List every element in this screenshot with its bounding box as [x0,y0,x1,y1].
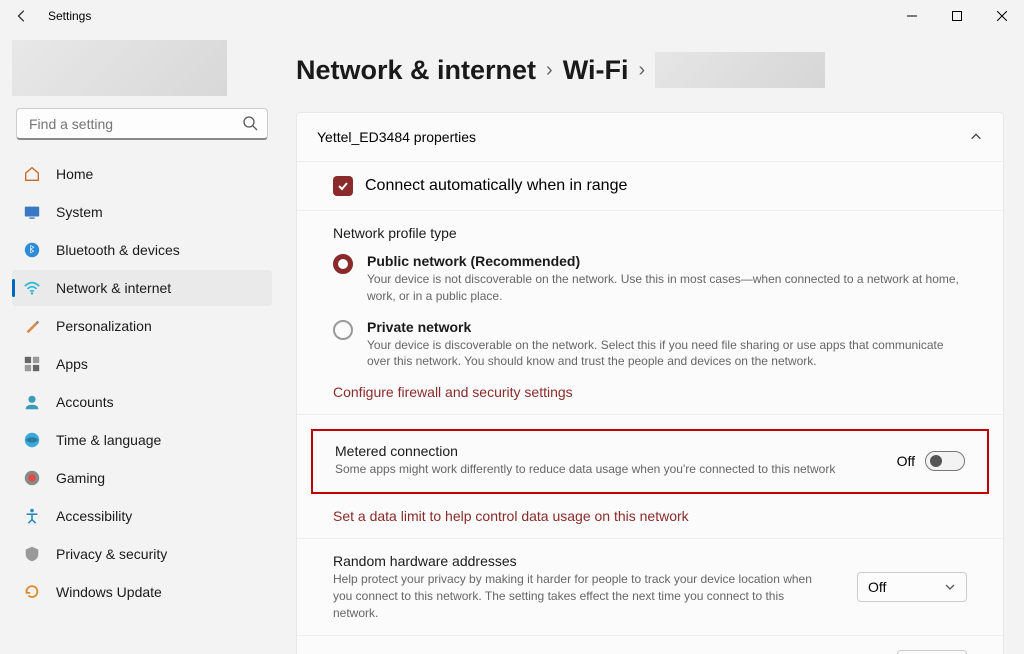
panel-header[interactable]: Yettel_ED3484 properties [297,113,1003,161]
bluetooth-icon [22,240,42,260]
random-hw-desc: Help protect your privacy by making it h… [333,571,813,621]
sidebar-item-privacy[interactable]: Privacy & security [12,536,272,572]
sidebar-item-label: Accounts [56,394,114,410]
properties-panel: Yettel_ED3484 properties Connect automat… [296,112,1004,654]
personalization-icon [22,316,42,336]
gaming-icon [22,468,42,488]
chevron-up-icon [969,130,983,144]
private-network-desc: Your device is discoverable on the netwo… [367,337,967,371]
metered-title: Metered connection [335,443,835,459]
metered-desc: Some apps might work differently to redu… [335,461,835,478]
data-limit-link[interactable]: Set a data limit to help control data us… [297,494,1003,534]
metered-value: Off [897,453,915,469]
minimize-button[interactable] [889,0,934,32]
connect-auto-checkbox[interactable] [333,176,353,196]
search-input[interactable] [16,108,268,140]
breadcrumb-current-placeholder [655,52,825,88]
back-button[interactable] [8,2,36,30]
accessibility-icon [22,506,42,526]
breadcrumb-wifi[interactable]: Wi-Fi [563,55,629,86]
firewall-link[interactable]: Configure firewall and security settings [333,384,967,400]
sidebar-item-system[interactable]: System [12,194,272,230]
titlebar: Settings [0,0,1024,32]
connect-auto-label: Connect automatically when in range [365,177,627,195]
random-hw-dropdown[interactable]: Off [857,572,967,602]
sidebar-item-update[interactable]: Windows Update [12,574,272,610]
panel-title: Yettel_ED3484 properties [317,129,476,145]
sidebar-item-label: System [56,204,103,220]
sidebar-item-gaming[interactable]: Gaming [12,460,272,496]
metered-toggle[interactable] [925,451,965,471]
random-hw-value: Off [868,579,886,595]
sidebar-item-accessibility[interactable]: Accessibility [12,498,272,534]
public-network-desc: Your device is not discoverable on the n… [367,271,967,305]
private-network-label: Private network [367,319,967,335]
profile-placeholder [12,40,227,96]
chevron-right-icon: › [638,59,645,82]
edit-button[interactable]: Edit [897,650,967,654]
maximize-button[interactable] [934,0,979,32]
random-hw-title: Random hardware addresses [333,553,813,569]
update-icon [22,582,42,602]
chevron-down-icon [944,581,956,593]
sidebar-item-label: Time & language [56,432,161,448]
sidebar-item-network[interactable]: Network & internet [12,270,272,306]
apps-icon [22,354,42,374]
breadcrumb: Network & internet › Wi-Fi › [296,52,1004,88]
time-icon [22,430,42,450]
sidebar-item-label: Windows Update [56,584,162,600]
sidebar-item-label: Bluetooth & devices [56,242,180,258]
random-hw-section: Random hardware addresses Help protect y… [297,538,1003,635]
sidebar-item-bluetooth[interactable]: Bluetooth & devices [12,232,272,268]
window-controls [889,0,1024,32]
public-network-radio[interactable] [333,254,353,274]
chevron-right-icon: › [546,59,553,82]
privacy-icon [22,544,42,564]
ip-assignment-row: IP assignment: Automatic (DHCP) Edit [297,635,1003,654]
sidebar-item-label: Personalization [56,318,152,334]
sidebar: Home System Bluetooth & devices Network … [0,32,280,654]
main-content: Network & internet › Wi-Fi › Yettel_ED34… [280,32,1024,654]
search-icon [242,115,258,131]
breadcrumb-network[interactable]: Network & internet [296,55,536,86]
network-icon [22,278,42,298]
sidebar-item-time[interactable]: Time & language [12,422,272,458]
private-network-radio[interactable] [333,320,353,340]
sidebar-item-label: Network & internet [56,280,171,296]
accounts-icon [22,392,42,412]
sidebar-item-accounts[interactable]: Accounts [12,384,272,420]
sidebar-item-label: Accessibility [56,508,132,524]
system-icon [22,202,42,222]
profile-type-title: Network profile type [333,225,967,241]
window-title: Settings [48,9,91,23]
sidebar-item-label: Gaming [56,470,105,486]
sidebar-item-personalization[interactable]: Personalization [12,308,272,344]
sidebar-item-home[interactable]: Home [12,156,272,192]
sidebar-item-apps[interactable]: Apps [12,346,272,382]
home-icon [22,164,42,184]
close-button[interactable] [979,0,1024,32]
profile-type-section: Network profile type Public network (Rec… [297,210,1003,414]
connect-auto-section: Connect automatically when in range [297,161,1003,210]
public-network-label: Public network (Recommended) [367,253,967,269]
search-box[interactable] [16,108,268,140]
metered-highlight: Metered connection Some apps might work … [311,429,989,494]
sidebar-item-label: Home [56,166,93,182]
sidebar-item-label: Privacy & security [56,546,167,562]
sidebar-item-label: Apps [56,356,88,372]
